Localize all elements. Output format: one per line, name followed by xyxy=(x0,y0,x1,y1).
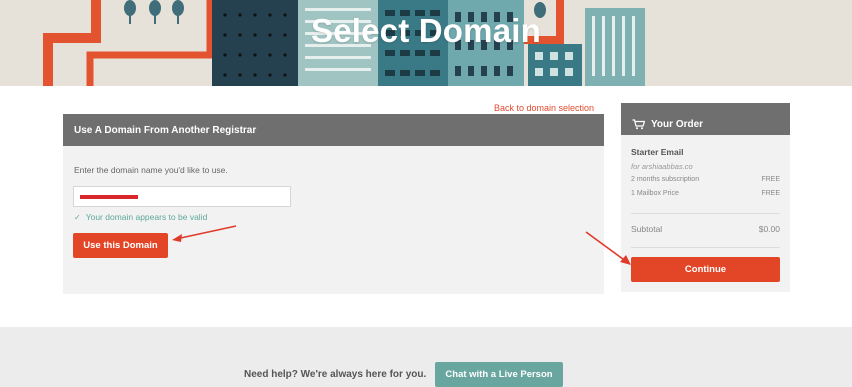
order-row-label: 1 Mailbox Price xyxy=(631,190,679,197)
help-text: Need help? We're always here for you. xyxy=(244,369,427,380)
back-to-domain-selection-link[interactable]: Back to domain selection xyxy=(494,103,594,113)
order-header: Your Order xyxy=(621,103,790,135)
order-item-name: Starter Email xyxy=(631,147,684,157)
registrar-panel: Use A Domain From Another Registrar Ente… xyxy=(63,114,604,294)
panel-description: Enter the domain name you'd like to use. xyxy=(74,165,228,175)
use-this-domain-button[interactable]: Use this Domain xyxy=(73,233,168,258)
order-title: Your Order xyxy=(651,118,704,130)
validation-text: Your domain appears to be valid xyxy=(85,212,208,222)
hero-banner: Select Domain xyxy=(0,0,852,86)
order-row-value: FREE xyxy=(761,190,780,197)
divider xyxy=(631,247,780,248)
order-row: 1 Mailbox Price FREE xyxy=(631,190,780,197)
check-icon: ✓ xyxy=(74,213,81,222)
divider xyxy=(631,213,780,214)
continue-button[interactable]: Continue xyxy=(631,257,780,282)
subtotal-value: $0.00 xyxy=(758,224,780,234)
redaction-mark xyxy=(80,195,138,199)
page-title: Select Domain xyxy=(310,12,541,49)
chat-live-person-button[interactable]: Chat with a Live Person xyxy=(435,362,563,387)
panel-title: Use A Domain From Another Registrar xyxy=(63,114,604,146)
subtotal-label: Subtotal xyxy=(631,224,663,234)
order-row-value: FREE xyxy=(761,176,780,183)
help-footer: Need help? We're always here for you. Ch… xyxy=(0,327,852,387)
order-row-label: 2 months subscription xyxy=(631,176,700,183)
cart-icon xyxy=(632,118,645,129)
order-summary: Your Order Starter Email for arshiaabbas… xyxy=(621,103,790,292)
order-item-domain: for arshiaabbas.co xyxy=(631,162,693,171)
subtotal-row: Subtotal $0.00 xyxy=(631,224,780,234)
validation-message: ✓ Your domain appears to be valid xyxy=(74,212,207,222)
order-row: 2 months subscription FREE xyxy=(631,176,780,183)
